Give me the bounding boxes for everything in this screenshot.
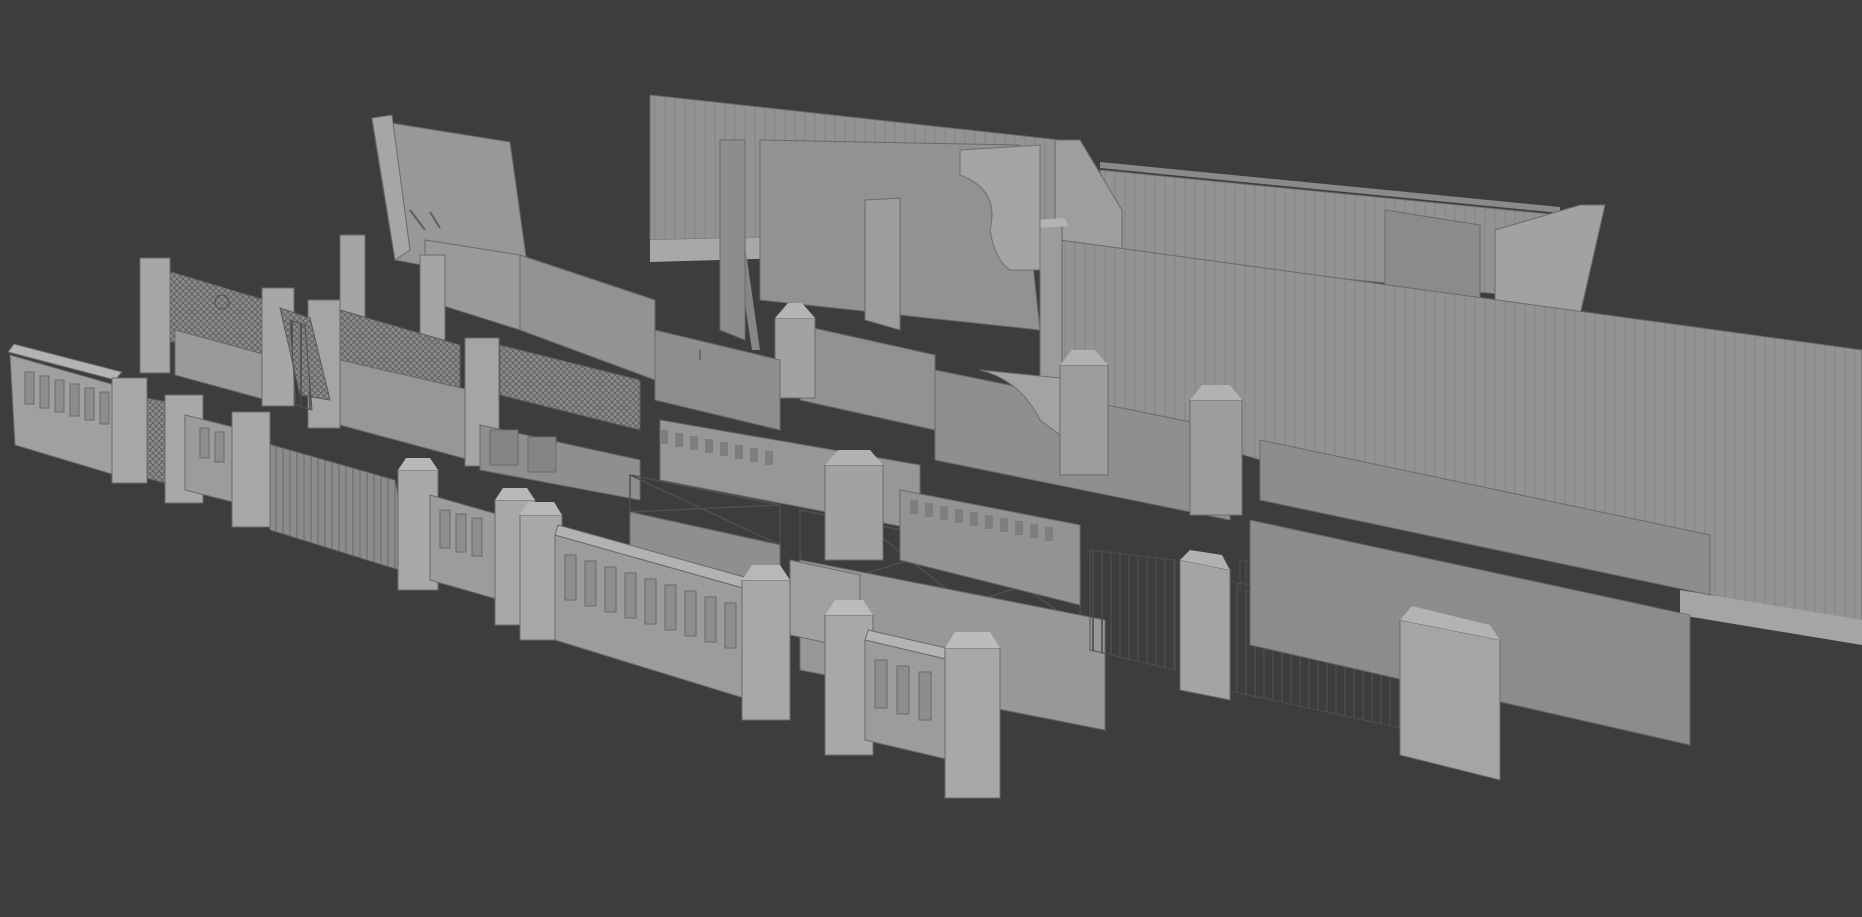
scene-canvas[interactable] <box>0 0 1862 917</box>
lattice-gate-left[interactable] <box>139 257 295 407</box>
3d-viewport[interactable] <box>0 0 1862 917</box>
